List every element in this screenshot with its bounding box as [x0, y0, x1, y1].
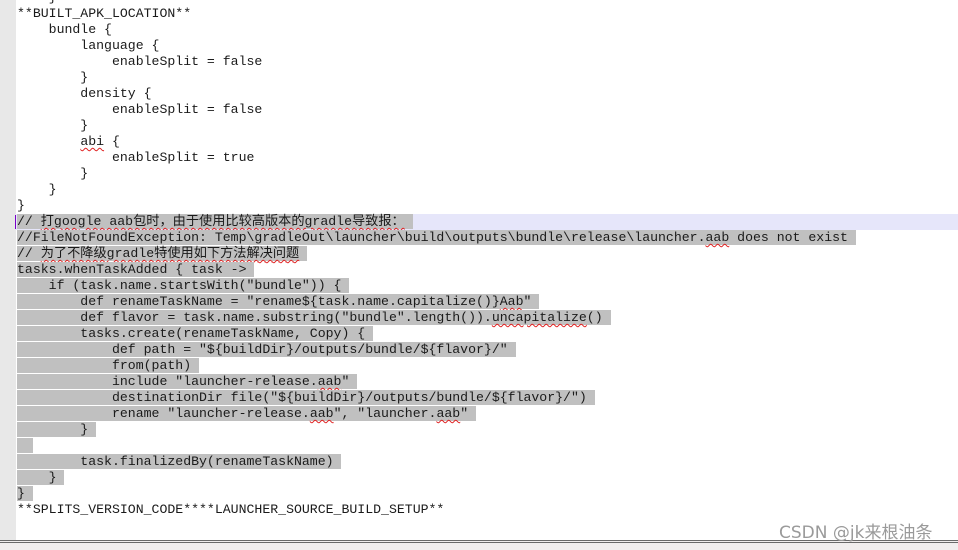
code-line-text: density { — [17, 86, 152, 101]
spelling-error: Aab — [499, 294, 524, 309]
code-line[interactable]: } — [17, 118, 958, 134]
code-line-text: enableSplit = true — [17, 150, 255, 165]
spelling-error: abi — [80, 134, 105, 149]
code-editor[interactable]: } **BUILT_APK_LOCATION** bundle { langua… — [0, 0, 958, 540]
code-line[interactable]: def renameTaskName = "rename${task.name.… — [17, 294, 958, 310]
code-line-text: } — [17, 70, 89, 85]
code-line[interactable]: } — [17, 70, 958, 86]
code-line-text: } — [17, 198, 25, 213]
code-line-text: tasks.create(renameTaskName, Copy) { — [17, 326, 374, 341]
spelling-error: aab — [309, 406, 334, 421]
code-line[interactable]: } — [17, 470, 958, 486]
code-line[interactable]: } — [17, 486, 958, 502]
code-line[interactable]: tasks.whenTaskAdded { task -> — [17, 262, 958, 278]
code-line[interactable]: enableSplit = false — [17, 54, 958, 70]
code-line[interactable]: enableSplit = true — [17, 150, 958, 166]
code-line[interactable]: rename "launcher-release.aab", "launcher… — [17, 406, 958, 422]
code-line-text: **SPLITS_VERSION_CODE****LAUNCHER_SOURCE… — [17, 502, 445, 517]
code-line[interactable]: } — [17, 422, 958, 438]
code-line-text: } — [17, 182, 57, 197]
code-line[interactable]: from(path) — [17, 358, 958, 374]
code-line-text: from(path) — [17, 358, 200, 373]
code-line[interactable]: //FileNotFoundException: Temp\gradleOut\… — [17, 230, 958, 246]
code-line-text: } — [17, 486, 33, 501]
code-line-text: def flavor = task.name.substring("bundle… — [17, 310, 611, 325]
code-line[interactable]: destinationDir file("${buildDir}/outputs… — [17, 390, 958, 406]
spelling-error: 为了不降级gradle特使用如下方法解决问题 — [40, 246, 300, 261]
code-line[interactable]: def flavor = task.name.substring("bundle… — [17, 310, 958, 326]
code-line[interactable]: // 打google aab包时，由于使用比较高版本的gradle导致报： — [15, 214, 958, 230]
code-line-text: } — [17, 0, 72, 5]
code-lines[interactable]: } **BUILT_APK_LOCATION** bundle { langua… — [15, 0, 958, 518]
code-line[interactable] — [17, 438, 958, 454]
code-line-text: include "launcher-release.aab" — [17, 374, 358, 389]
code-line-text: bundle { — [17, 22, 112, 37]
code-line[interactable]: enableSplit = false — [17, 102, 958, 118]
code-line-text: } — [17, 470, 65, 485]
code-line-text: task.finalizedBy(renameTaskName) — [17, 454, 342, 469]
code-line-text: // 为了不降级gradle特使用如下方法解决问题 — [17, 246, 308, 261]
code-line-text: enableSplit = false — [17, 102, 263, 117]
editor-gutter — [0, 0, 16, 540]
code-line-text: rename "launcher-release.aab", "launcher… — [17, 406, 477, 421]
code-line-text: } — [17, 118, 89, 133]
code-line-text: language { — [17, 38, 160, 53]
spelling-error: uncapitalize — [491, 310, 587, 325]
code-line[interactable]: // 为了不降级gradle特使用如下方法解决问题 — [17, 246, 958, 262]
spelling-error: aab — [317, 374, 342, 389]
code-line[interactable]: include "launcher-release.aab" — [17, 374, 958, 390]
spelling-error: aab — [705, 230, 730, 245]
code-line-text: destinationDir file("${buildDir}/outputs… — [17, 390, 595, 405]
spelling-error: aab — [436, 406, 461, 421]
code-line[interactable]: } — [17, 166, 958, 182]
code-line-text: if (task.name.startsWith("bundle")) { — [17, 278, 350, 293]
code-line[interactable]: density { — [17, 86, 958, 102]
code-line-text: } — [17, 166, 89, 181]
code-line-text: def path = "${buildDir}/outputs/bundle/$… — [17, 342, 516, 357]
code-line-text: //FileNotFoundException: Temp\gradleOut\… — [17, 230, 856, 245]
watermark: CSDN @jk来根油条 — [779, 523, 933, 543]
code-line-text — [17, 438, 33, 453]
code-line-text: abi { — [80, 134, 120, 149]
code-line[interactable]: language { — [17, 38, 958, 54]
code-line[interactable]: abi { — [17, 134, 958, 150]
code-line[interactable]: **BUILT_APK_LOCATION** — [17, 6, 958, 22]
spelling-error: 打google aab包时，由于使用比较高版本的gradle导致报： — [40, 214, 405, 229]
code-line-text: **BUILT_APK_LOCATION** — [17, 6, 192, 21]
code-line[interactable]: bundle { — [17, 22, 958, 38]
code-line[interactable]: if (task.name.startsWith("bundle")) { — [17, 278, 958, 294]
code-line-text: tasks.whenTaskAdded { task -> — [17, 262, 255, 277]
code-line-text: } — [17, 422, 97, 437]
code-line[interactable]: task.finalizedBy(renameTaskName) — [17, 454, 958, 470]
code-line[interactable]: tasks.create(renameTaskName, Copy) { — [17, 326, 958, 342]
code-line[interactable]: } — [17, 198, 958, 214]
code-line-text: enableSplit = false — [17, 54, 263, 69]
code-line[interactable]: def path = "${buildDir}/outputs/bundle/$… — [17, 342, 958, 358]
code-line-text: // 打google aab包时，由于使用比较高版本的gradle导致报： — [17, 214, 413, 229]
code-line[interactable]: **SPLITS_VERSION_CODE****LAUNCHER_SOURCE… — [17, 502, 958, 518]
text-caret — [15, 215, 16, 229]
code-line-text: def renameTaskName = "rename${task.name.… — [17, 294, 540, 309]
code-line[interactable]: } — [17, 182, 958, 198]
